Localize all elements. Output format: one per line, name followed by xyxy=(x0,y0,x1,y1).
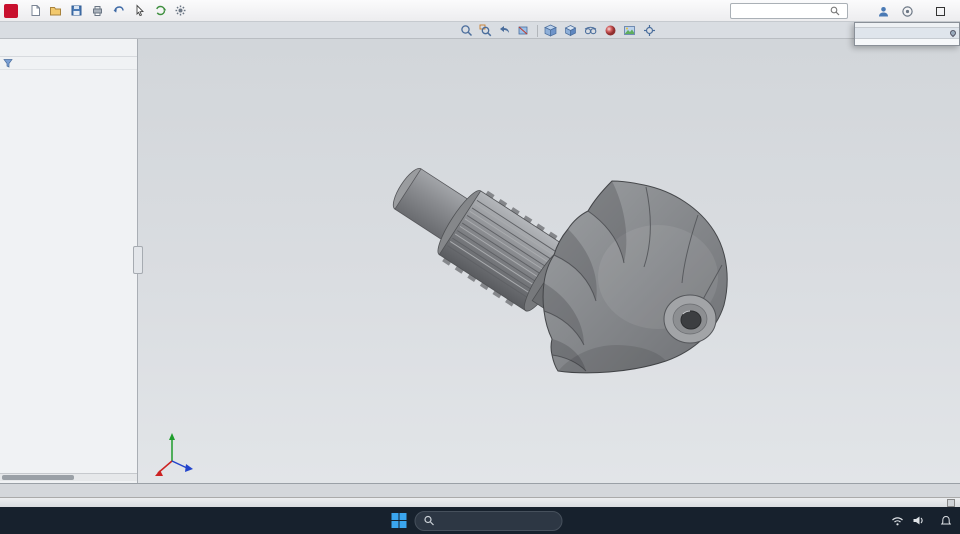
hide-show-items-icon[interactable] xyxy=(584,24,598,37)
system-tray xyxy=(875,507,952,534)
previous-view-icon[interactable] xyxy=(498,24,511,37)
window-controls xyxy=(877,0,956,22)
view-settings-icon[interactable] xyxy=(643,24,657,37)
search-icon xyxy=(424,515,434,526)
undo-button[interactable] xyxy=(112,4,126,17)
command-search-box[interactable] xyxy=(730,3,848,19)
status-bar xyxy=(0,497,960,507)
viewport[interactable] xyxy=(138,39,960,483)
reference-triad xyxy=(155,433,193,476)
tree-filter-row xyxy=(0,57,137,70)
zoom-fit-icon[interactable] xyxy=(460,24,473,37)
pin-icon[interactable] xyxy=(948,28,958,38)
apply-scene-icon[interactable] xyxy=(623,24,637,37)
taskbar-center xyxy=(391,507,569,534)
solidworks-logo xyxy=(4,3,21,18)
feature-tree xyxy=(0,70,137,75)
windows-taskbar xyxy=(0,507,960,534)
ds-logo-icon xyxy=(4,3,18,18)
start-button[interactable] xyxy=(391,513,407,528)
open-document-button[interactable] xyxy=(49,4,63,17)
panel-collapse-handle[interactable] xyxy=(133,246,143,274)
print-button[interactable] xyxy=(91,4,105,17)
scrollbar-thumb[interactable] xyxy=(2,475,74,480)
wifi-icon[interactable] xyxy=(891,515,904,527)
zoom-area-icon[interactable] xyxy=(479,24,492,37)
volume-icon[interactable] xyxy=(912,515,924,526)
notification-bell-icon[interactable] xyxy=(940,515,952,527)
quick-access-toolbar xyxy=(29,4,188,17)
heads-up-view-toolbar xyxy=(460,23,657,38)
viewport-canvas[interactable] xyxy=(138,39,960,483)
display-style-icon[interactable] xyxy=(564,24,578,37)
model-bevel-gear xyxy=(542,180,728,374)
section-view-icon[interactable] xyxy=(517,24,531,37)
taskpane-toolbar xyxy=(855,39,959,45)
help-settings-icon[interactable] xyxy=(901,5,914,18)
search-icon xyxy=(830,6,840,16)
work-area xyxy=(0,39,960,483)
new-document-button[interactable] xyxy=(29,4,42,17)
select-button[interactable] xyxy=(133,4,147,17)
titlebar xyxy=(0,0,960,22)
maximize-button[interactable] xyxy=(936,6,945,16)
user-account-icon[interactable] xyxy=(877,5,890,18)
document-tab-bar xyxy=(0,483,960,497)
toolbar-separator xyxy=(537,24,538,37)
tree-horizontal-scrollbar[interactable] xyxy=(0,473,137,481)
save-button[interactable] xyxy=(70,4,84,17)
status-customize-icon[interactable] xyxy=(947,498,955,507)
options-button[interactable] xyxy=(174,4,188,17)
rebuild-button[interactable] xyxy=(154,4,167,17)
view-orientation-icon[interactable] xyxy=(544,24,558,37)
solidworks-window xyxy=(0,0,960,534)
filter-funnel-icon[interactable] xyxy=(3,58,13,68)
task-pane xyxy=(854,22,960,46)
taskbar-search[interactable] xyxy=(414,510,563,531)
taskpane-title-bar xyxy=(855,28,959,39)
panel-tabs xyxy=(0,39,137,57)
feature-manager-panel xyxy=(0,39,138,483)
edit-appearance-icon[interactable] xyxy=(604,24,617,37)
